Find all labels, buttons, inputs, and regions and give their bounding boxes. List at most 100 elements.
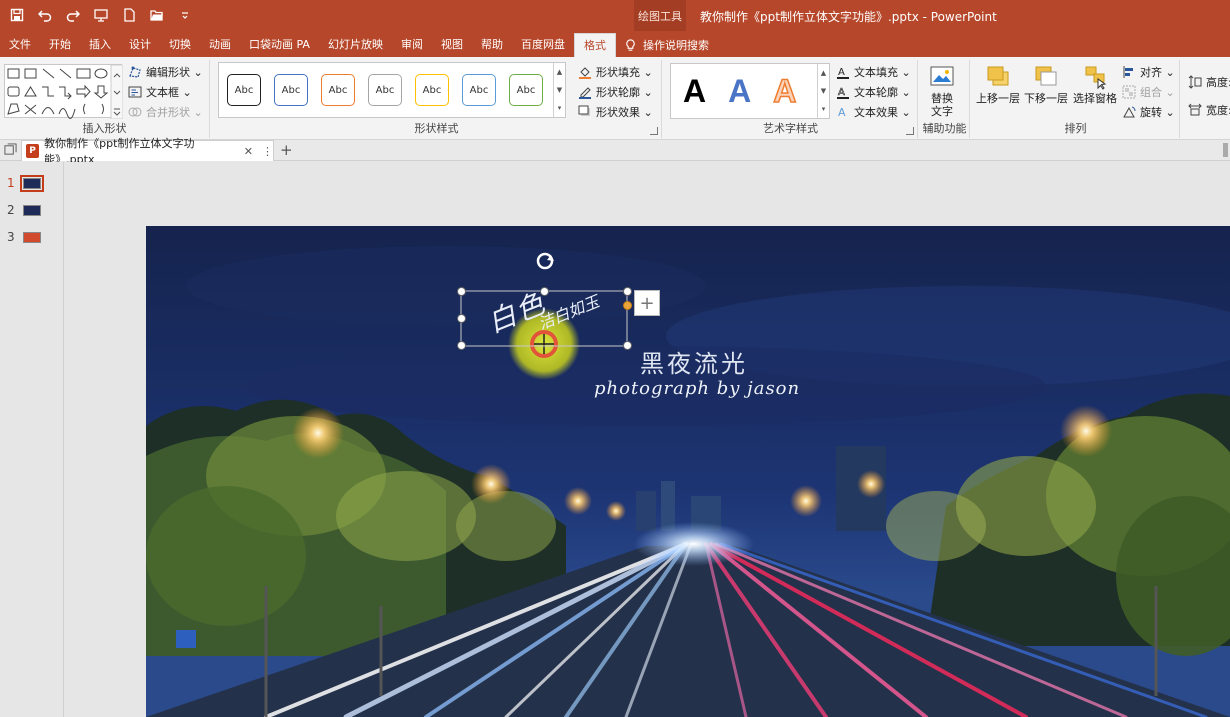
edit-shape-label: 编辑形状 ⌄ [146, 66, 203, 79]
document-tab-bar: P 教你制作《ppt制作立体文字功能》.pptx ✕ ⋮ + [0, 137, 1230, 166]
resize-handle-top[interactable] [540, 287, 549, 296]
chevron-up-icon[interactable]: ▲ [557, 68, 562, 76]
shape-style-gallery[interactable]: Abc Abc Abc Abc Abc Abc Abc ▲ ▼ ▾ [218, 62, 566, 118]
shape-style-gallery-scroll[interactable]: ▲ ▼ ▾ [553, 63, 565, 117]
slide-number: 1 [7, 176, 15, 190]
tab-review[interactable]: 审阅 [392, 33, 432, 57]
scrollbar-handle[interactable] [1223, 143, 1228, 157]
slide-canvas[interactable]: 白色 洁白如玉 + 黑夜流光 photograph by jason [146, 226, 1230, 717]
add-tab-button[interactable]: + [280, 141, 293, 159]
shape-height-field[interactable]: 高度: [1188, 68, 1230, 96]
shape-style-3[interactable]: Abc [321, 74, 355, 106]
tab-animations[interactable]: 动画 [200, 33, 240, 57]
tab-transitions[interactable]: 切换 [160, 33, 200, 57]
rotate-icon [1123, 106, 1136, 118]
alt-text-button[interactable]: 替换 文字 [929, 64, 955, 118]
text-fill-button[interactable]: A 文本填充 ⌄ [836, 62, 911, 82]
bring-forward-button[interactable]: 上移一层 [976, 64, 1020, 105]
shape-style-4[interactable]: Abc [368, 74, 402, 106]
presentation-from-start-icon[interactable] [92, 6, 110, 24]
wordart-style-blue[interactable]: A [728, 75, 751, 107]
chevron-up-icon[interactable]: ▲ [821, 69, 826, 77]
rotate-button[interactable]: 旋转 ⌄ [1122, 102, 1175, 122]
tab-slideshow[interactable]: 幻灯片放映 [319, 33, 392, 57]
shape-style-6[interactable]: Abc [462, 74, 496, 106]
shape-style-1[interactable]: Abc [227, 74, 261, 106]
selection-pane-icon [1085, 66, 1107, 90]
undo-icon[interactable] [36, 6, 54, 24]
bring-forward-icon [987, 66, 1009, 86]
shape-width-field[interactable]: 宽度: [1188, 96, 1230, 124]
new-file-icon[interactable] [120, 6, 138, 24]
tab-pocket-animation[interactable]: 口袋动画 PA [240, 33, 319, 57]
ribbon-tabs: 文件 开始 插入 设计 切换 动画 口袋动画 PA 幻灯片放映 审阅 视图 帮助… [0, 31, 1230, 57]
resize-handle-left[interactable] [457, 314, 466, 323]
resize-handle-bottom-right[interactable] [623, 341, 632, 350]
customize-toolbar-icon[interactable] [176, 6, 194, 24]
shape-style-7[interactable]: Abc [509, 74, 543, 106]
text-box-icon [128, 86, 142, 98]
tab-file[interactable]: 文件 [0, 33, 40, 57]
title-bar: 绘图工具 教你制作《ppt制作立体文字功能》.pptx - PowerPoint [0, 0, 1230, 31]
slide-title[interactable]: 黑夜流光 [640, 344, 748, 379]
redo-icon[interactable] [64, 6, 82, 24]
text-box-button[interactable]: 文本框 ⌄ [128, 82, 203, 102]
open-folder-icon[interactable] [148, 6, 166, 24]
chevron-down-icon[interactable]: ▼ [821, 87, 826, 95]
slide-thumbnail-1[interactable]: 1 [7, 174, 44, 192]
layout-options-button[interactable]: + [634, 290, 660, 316]
shape-style-5[interactable]: Abc [415, 74, 449, 106]
resize-handle-top-left[interactable] [457, 287, 466, 296]
slide-thumbnail-image [22, 204, 41, 216]
text-fill-icon: A [837, 67, 849, 79]
tab-more-icon[interactable]: ⋮ [262, 145, 273, 158]
shape-effects-icon [578, 105, 590, 116]
resize-handle-bottom-left[interactable] [457, 341, 466, 350]
group-objects-button[interactable]: 组合 ⌄ [1122, 82, 1175, 102]
send-backward-button[interactable]: 下移一层 [1024, 64, 1068, 105]
tab-format[interactable]: 格式 [573, 33, 616, 57]
tab-home[interactable]: 开始 [40, 33, 80, 57]
save-icon[interactable] [8, 6, 26, 24]
tab-baidu-netdisk[interactable]: 百度网盘 [512, 33, 574, 57]
resize-handle-top-right[interactable] [623, 287, 632, 296]
window-title: 教你制作《ppt制作立体文字功能》.pptx - PowerPoint [700, 10, 997, 24]
slide-subtitle[interactable]: photograph by jason [594, 378, 800, 399]
tab-insert[interactable]: 插入 [80, 33, 120, 57]
text-outline-button[interactable]: A 文本轮廓 ⌄ [836, 82, 911, 102]
more-icon[interactable]: ▾ [558, 104, 562, 112]
group-label-wordart-styles: 艺术字样式 [763, 122, 818, 135]
selection-pane-button[interactable]: 选择窗格 [1073, 64, 1117, 105]
wordart-style-black[interactable]: A [683, 75, 706, 107]
align-button[interactable]: 对齐 ⌄ [1122, 62, 1175, 82]
alt-text-label-2: 文字 [931, 105, 953, 118]
close-icon[interactable]: ✕ [244, 145, 253, 158]
edit-shape-button[interactable]: 编辑形状 ⌄ [128, 62, 203, 82]
slide-thumbnail-2[interactable]: 2 [7, 203, 41, 217]
wordart-gallery[interactable]: A A A ▲ ▼ ▾ [670, 63, 830, 119]
tab-help[interactable]: 帮助 [472, 33, 512, 57]
chevron-down-icon[interactable]: ▼ [557, 86, 562, 94]
shape-style-2[interactable]: Abc [274, 74, 308, 106]
more-icon[interactable]: ▾ [822, 105, 826, 113]
width-label: 宽度: [1206, 104, 1230, 117]
shape-gallery[interactable] [4, 64, 124, 120]
shape-fill-button[interactable]: 形状填充 ⌄ [578, 62, 653, 82]
tab-design[interactable]: 设计 [120, 33, 160, 57]
merge-shapes-button[interactable]: 合并形状 ⌄ [128, 102, 203, 122]
shape-fill-label: 形状填充 ⌄ [596, 66, 653, 79]
tab-list-icon[interactable] [4, 143, 17, 159]
document-tab[interactable]: P 教你制作《ppt制作立体文字功能》.pptx ✕ ⋮ [21, 137, 274, 166]
slide-thumbnail-3[interactable]: 3 [7, 230, 41, 244]
wordart-style-orange-outline[interactable]: A [772, 74, 797, 108]
adjust-handle[interactable] [623, 301, 632, 310]
shape-effects-button[interactable]: 形状效果 ⌄ [578, 102, 653, 122]
wordart-gallery-scroll[interactable]: ▲ ▼ ▾ [817, 64, 829, 118]
pen-outline-icon [579, 87, 591, 99]
shape-outline-button[interactable]: 形状轮廓 ⌄ [578, 82, 653, 102]
tell-me-search[interactable]: 操作说明搜索 [624, 33, 709, 57]
text-effects-button[interactable]: A 文本效果 ⌄ [836, 102, 911, 122]
tab-view[interactable]: 视图 [432, 33, 472, 57]
paint-bucket-icon [579, 67, 591, 79]
alt-text-label-1: 替换 [931, 92, 953, 105]
